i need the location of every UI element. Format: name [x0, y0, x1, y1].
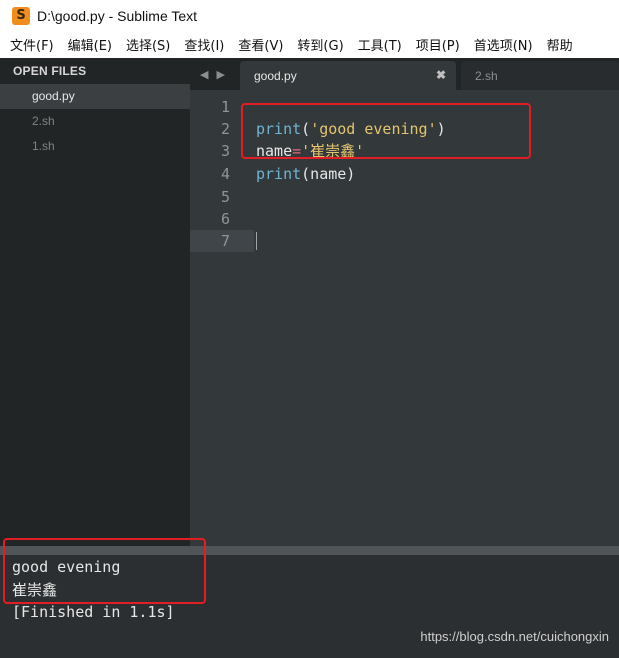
- window-title: D:\good.py - Sublime Text: [37, 7, 198, 24]
- tab-label: good.py: [254, 68, 297, 83]
- sidebar: OPEN FILES good.py 2.sh 1.sh: [0, 58, 190, 546]
- line-number: 6: [220, 210, 230, 228]
- sublime-logo-icon: S: [12, 6, 30, 25]
- menu-view[interactable]: 查看(V): [233, 35, 288, 54]
- title-bar: S D:\good.py - Sublime Text: [0, 0, 619, 31]
- tab-next-arrow-icon[interactable]: ▶: [216, 68, 224, 81]
- line-number: 1: [220, 98, 230, 116]
- menu-preferences[interactable]: 首选项(N): [469, 35, 538, 54]
- code-line-4: print(name): [256, 163, 355, 185]
- menu-find[interactable]: 查找(I): [179, 35, 229, 54]
- close-tab-icon[interactable]: ✖: [436, 61, 446, 90]
- output-line: [Finished in 1.1s]: [12, 603, 175, 621]
- tab-prev-arrow-icon[interactable]: ◀: [200, 68, 208, 81]
- menu-selection[interactable]: 选择(S): [121, 35, 175, 54]
- menu-goto[interactable]: 转到(G): [292, 35, 348, 54]
- sidebar-file-good-py[interactable]: good.py: [0, 84, 190, 109]
- tab-bar: ◀ ▶ good.py ✖ 2.sh: [190, 58, 619, 90]
- menu-bar: 文件(F) 编辑(E) 选择(S) 查找(I) 查看(V) 转到(G) 工具(T…: [0, 31, 619, 58]
- menu-file[interactable]: 文件(F): [5, 35, 59, 54]
- menu-tools[interactable]: 工具(T): [353, 35, 407, 54]
- line-number: 2: [220, 120, 230, 138]
- menu-help[interactable]: 帮助: [542, 35, 578, 54]
- tab-nav: ◀ ▶: [200, 58, 225, 90]
- open-files-header: OPEN FILES: [13, 64, 87, 78]
- line-number: 5: [220, 188, 230, 206]
- code-annotation-box: [241, 103, 531, 159]
- tab-2-sh[interactable]: 2.sh: [461, 61, 619, 90]
- menu-edit[interactable]: 编辑(E): [63, 35, 117, 54]
- line-number: 7: [220, 232, 230, 250]
- line-number: 4: [220, 165, 230, 183]
- menu-project[interactable]: 项目(P): [411, 35, 465, 54]
- line-number: 3: [220, 142, 230, 160]
- code-args: (name): [301, 165, 356, 183]
- code-function-name: print: [256, 165, 302, 183]
- sidebar-file-2-sh[interactable]: 2.sh: [0, 109, 190, 134]
- output-annotation-box: [3, 538, 206, 604]
- tab-good-py[interactable]: good.py ✖: [240, 61, 456, 90]
- sidebar-file-1-sh[interactable]: 1.sh: [0, 134, 190, 159]
- tab-label: 2.sh: [475, 68, 498, 83]
- watermark: https://blog.csdn.net/cuichongxin: [420, 629, 609, 644]
- text-caret: [256, 232, 257, 250]
